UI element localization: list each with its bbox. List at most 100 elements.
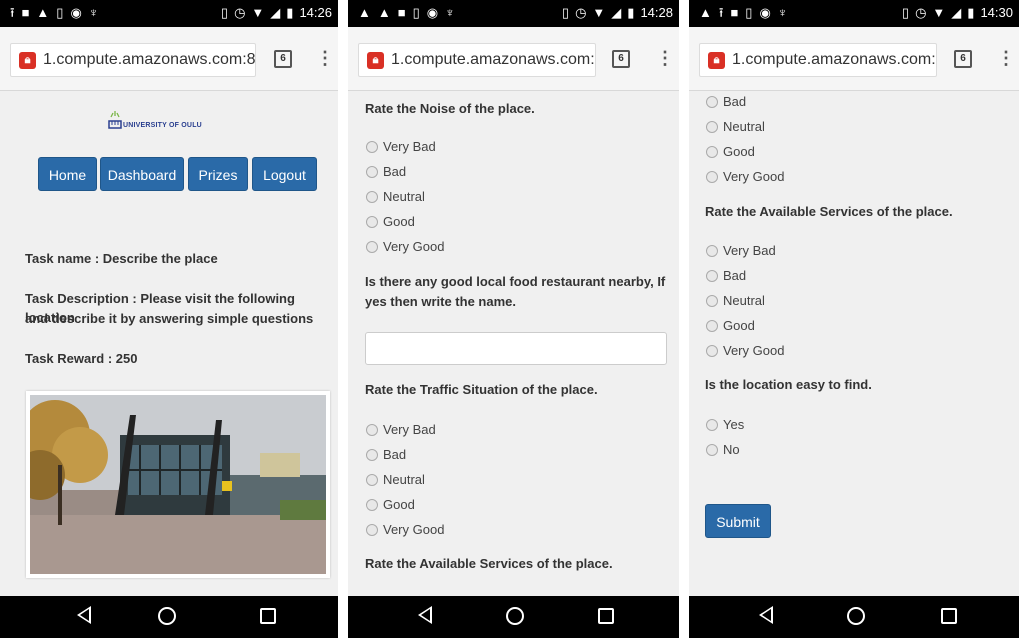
radio-option[interactable]: Good (366, 214, 415, 230)
upload-icon: ⭱ (718, 5, 724, 20)
radio-icon[interactable] (706, 345, 718, 357)
page-content: Bad Neutral Good Very Good Rate the Avai… (689, 91, 1019, 596)
overflow-menu-icon[interactable]: ⋮ (656, 48, 674, 68)
android-icon: ♆ (88, 5, 99, 20)
browser-toolbar: 🔒︎ 1.compute.amazonaws.com:8 6 ⋮ (348, 27, 679, 91)
restaurant-name-input[interactable] (365, 332, 667, 365)
question-noise: Rate the Noise of the place. (365, 101, 535, 116)
recent-apps-icon[interactable] (598, 608, 614, 624)
radio-icon[interactable] (366, 499, 378, 511)
sync-icon: ◉ (70, 5, 82, 20)
radio-icon[interactable] (366, 191, 378, 203)
radio-icon[interactable] (366, 216, 378, 228)
url-text: 1.compute.amazonaws.com:8 (391, 51, 596, 68)
radio-icon[interactable] (366, 524, 378, 536)
prizes-button[interactable]: Prizes (188, 157, 248, 191)
radio-icon[interactable] (706, 171, 718, 183)
warning-icon: ▲ (36, 5, 50, 20)
status-time: 14:28 (640, 5, 673, 20)
tabs-count-button[interactable]: 6 (612, 50, 630, 68)
home-circle-icon[interactable] (158, 607, 176, 625)
lock-icon: 🔒︎ (367, 52, 384, 69)
radio-option[interactable]: Very Bad (706, 243, 776, 259)
wifi-icon: ▼ (251, 5, 265, 20)
logout-button[interactable]: Logout (252, 157, 317, 191)
browser-toolbar: 🔒︎ 1.compute.amazonaws.com:8 6 ⋮ (689, 27, 1019, 91)
radio-option[interactable]: Neutral (366, 189, 425, 205)
question-services: Rate the Available Services of the place… (365, 556, 613, 571)
back-icon[interactable] (418, 606, 432, 624)
stop-icon: ■ (730, 5, 739, 20)
radio-option[interactable]: Very Good (706, 169, 784, 185)
radio-option[interactable]: Neutral (706, 293, 765, 309)
question-food-line2: yes then write the name. (365, 294, 516, 309)
sim-icon: ▯ (56, 5, 64, 20)
browser-toolbar: 🔒︎ 1.compute.amazonaws.com:8 6 ⋮ (0, 27, 338, 91)
overflow-menu-icon[interactable]: ⋮ (997, 48, 1015, 68)
radio-option[interactable]: Very Good (366, 522, 444, 538)
battery-icon: ▮ (627, 5, 635, 20)
radio-option[interactable]: Very Good (706, 343, 784, 359)
vibrate-icon: ▯ (561, 5, 570, 20)
radio-icon[interactable] (706, 419, 718, 431)
vibrate-icon: ▯ (901, 5, 910, 20)
phone-screen-2: ▲ ▲ ■ ▯ ◉ ♆ ▯ ◷ ▼ ◢ ▮ 14:28 🔒︎ 1.compute… (348, 0, 679, 638)
radio-icon[interactable] (366, 424, 378, 436)
dashboard-button[interactable]: Dashboard (100, 157, 184, 191)
radio-icon[interactable] (366, 241, 378, 253)
radio-option[interactable]: Good (706, 318, 755, 334)
radio-icon[interactable] (366, 449, 378, 461)
radio-option[interactable]: Bad (366, 447, 406, 463)
radio-option[interactable]: Very Good (366, 239, 444, 255)
radio-icon[interactable] (706, 320, 718, 332)
back-icon[interactable] (759, 606, 773, 624)
home-circle-icon[interactable] (506, 607, 524, 625)
radio-option[interactable]: Neutral (706, 119, 765, 135)
building-photo-icon (30, 395, 326, 574)
radio-option[interactable]: Good (706, 144, 755, 160)
page-content: UNIVERSITY OF OULU Home Dashboard Prizes… (0, 91, 338, 596)
radio-icon[interactable] (366, 474, 378, 486)
radio-icon[interactable] (366, 166, 378, 178)
radio-option[interactable]: No (706, 442, 740, 458)
signal-icon: ◢ (270, 5, 281, 20)
wifi-icon: ▼ (592, 5, 606, 20)
sim-icon: ▯ (412, 5, 420, 20)
radio-option[interactable]: Bad (366, 164, 406, 180)
overflow-menu-icon[interactable]: ⋮ (316, 48, 334, 68)
radio-icon[interactable] (706, 121, 718, 133)
status-time: 14:26 (299, 5, 332, 20)
radio-icon[interactable] (366, 141, 378, 153)
radio-option[interactable]: Bad (706, 94, 746, 110)
radio-icon[interactable] (706, 295, 718, 307)
radio-icon[interactable] (706, 270, 718, 282)
android-nav-bar (348, 596, 679, 638)
radio-option[interactable]: Very Bad (366, 422, 436, 438)
back-icon[interactable] (77, 606, 91, 624)
stop-icon: ■ (21, 5, 30, 20)
radio-icon[interactable] (706, 444, 718, 456)
url-bar[interactable]: 🔒︎ 1.compute.amazonaws.com:8 (358, 43, 596, 77)
university-logo: UNIVERSITY OF OULU (105, 108, 235, 138)
tabs-count-button[interactable]: 6 (954, 50, 972, 68)
radio-option[interactable]: Good (366, 497, 415, 513)
radio-option[interactable]: Neutral (366, 472, 425, 488)
logo-text: UNIVERSITY OF OULU (123, 122, 202, 129)
radio-option[interactable]: Yes (706, 417, 744, 433)
stop-icon: ■ (397, 5, 406, 20)
recent-apps-icon[interactable] (260, 608, 276, 624)
alarm-icon: ◷ (915, 5, 927, 20)
submit-button[interactable]: Submit (705, 504, 771, 538)
radio-icon[interactable] (706, 245, 718, 257)
tabs-count-button[interactable]: 6 (274, 50, 292, 68)
radio-icon[interactable] (706, 146, 718, 158)
radio-icon[interactable] (706, 96, 718, 108)
recent-apps-icon[interactable] (941, 608, 957, 624)
radio-option[interactable]: Very Bad (366, 139, 436, 155)
warning-icon: ▲ (358, 5, 371, 20)
home-circle-icon[interactable] (847, 607, 865, 625)
radio-option[interactable]: Bad (706, 268, 746, 284)
url-bar[interactable]: 🔒︎ 1.compute.amazonaws.com:8 (10, 43, 256, 77)
home-button[interactable]: Home (38, 157, 97, 191)
url-bar[interactable]: 🔒︎ 1.compute.amazonaws.com:8 (699, 43, 937, 77)
